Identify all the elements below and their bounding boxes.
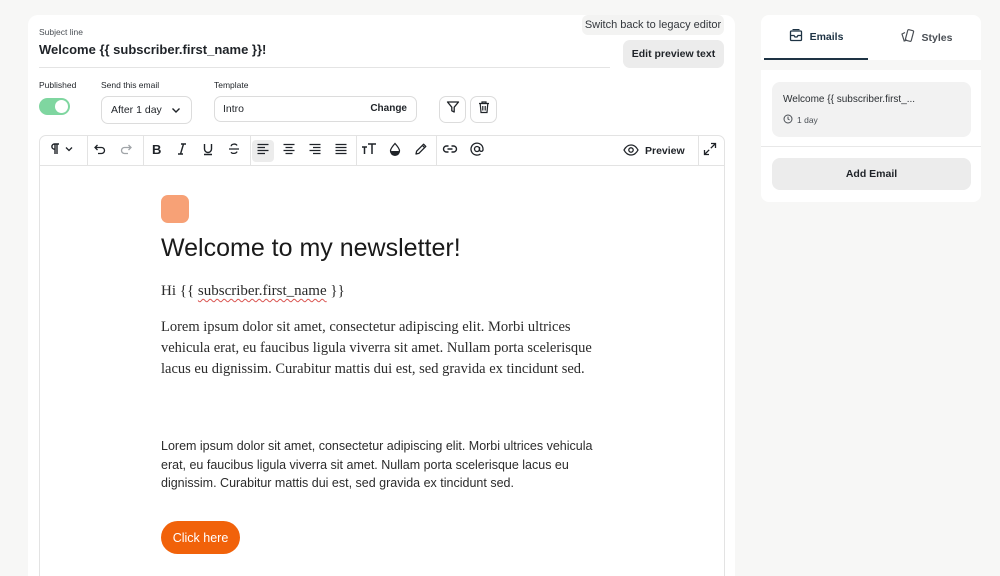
filter-button[interactable] (439, 96, 466, 123)
greeting-line[interactable]: Hi {{ subscriber.first_name }} (161, 283, 345, 300)
tab-styles[interactable]: Styles (871, 15, 981, 60)
subject-line-label: Subject line (39, 27, 83, 37)
bold-icon: B (149, 142, 163, 161)
sidebar-divider (761, 60, 981, 70)
align-left-icon (256, 142, 270, 161)
mention-button[interactable] (466, 140, 488, 162)
expand-icon (703, 142, 717, 161)
align-right-button[interactable] (304, 140, 326, 162)
italic-button[interactable] (171, 140, 193, 162)
undo-button[interactable] (89, 140, 111, 162)
font-size-icon (361, 142, 377, 161)
filter-icon (446, 100, 460, 119)
link-button[interactable] (439, 140, 461, 162)
tab-emails[interactable]: Emails (764, 15, 868, 60)
italic-icon (175, 142, 189, 161)
greeting-end: }} (330, 283, 345, 299)
delete-button[interactable] (470, 96, 497, 123)
click-here-button[interactable]: Click here (161, 521, 240, 554)
fullscreen-button[interactable] (699, 140, 721, 162)
svg-text:B: B (152, 142, 161, 156)
published-label: Published (39, 80, 77, 90)
at-sign-icon (470, 142, 484, 161)
pencil-icon (414, 142, 428, 161)
pilcrow-icon (50, 142, 76, 161)
template-field: Intro Change (214, 96, 417, 122)
email-item-title: Welcome {{ subscriber.first_... (783, 94, 916, 105)
strikethrough-icon (227, 142, 241, 161)
preview-label: Preview (645, 145, 685, 157)
tab-emails-label: Emails (809, 30, 844, 43)
add-email-button[interactable]: Add Email (772, 158, 971, 190)
greeting-variable: subscriber.first_name (197, 283, 327, 299)
send-delay-value: After 1 day (111, 104, 162, 116)
template-label: Template (214, 80, 249, 90)
toggle-knob (55, 100, 68, 113)
redo-icon (119, 142, 133, 161)
email-heading[interactable]: Welcome to my newsletter! (161, 234, 461, 263)
eye-icon (623, 143, 639, 159)
preview-button[interactable]: Preview (623, 141, 685, 161)
sidebar-tabs: Emails Styles (761, 15, 981, 60)
trash-icon (477, 100, 491, 119)
align-center-icon (282, 142, 296, 161)
clock-icon (783, 114, 793, 126)
text-color-button[interactable] (384, 140, 406, 162)
highlight-button[interactable] (410, 140, 432, 162)
link-icon (442, 142, 458, 161)
paragraph-style-button[interactable] (48, 140, 78, 162)
send-email-label: Send this email (101, 80, 160, 90)
logo-placeholder[interactable] (161, 195, 189, 223)
undo-icon (93, 142, 107, 161)
inbox-icon (789, 28, 803, 45)
greeting-hi: Hi {{ (161, 283, 195, 299)
justify-button[interactable] (330, 140, 352, 162)
email-delay-text: 1 day (797, 115, 818, 125)
align-center-button[interactable] (278, 140, 300, 162)
body-paragraph-serif[interactable]: Lorem ipsum dolor sit amet, consectetur … (161, 317, 601, 379)
legacy-editor-link[interactable]: Switch back to legacy editor (582, 15, 724, 35)
align-left-button[interactable] (252, 140, 274, 162)
redo-button[interactable] (115, 140, 137, 162)
strikethrough-button[interactable] (223, 140, 245, 162)
template-value: Intro (223, 103, 245, 115)
underline-button[interactable] (197, 140, 219, 162)
chevron-down-icon (171, 105, 181, 118)
send-delay-select[interactable]: After 1 day (101, 96, 192, 124)
font-size-button[interactable] (358, 140, 380, 162)
email-item-delay: 1 day (783, 114, 818, 126)
tab-styles-label: Styles (921, 31, 953, 44)
subject-divider (39, 67, 610, 68)
template-change-button[interactable]: Change (370, 103, 407, 114)
body-paragraph-sans[interactable]: Lorem ipsum dolor sit amet, consectetur … (161, 437, 601, 493)
formatting-toolbar: B Preview (40, 136, 724, 166)
bold-button[interactable]: B (145, 140, 167, 162)
subject-line-input[interactable]: Welcome {{ subscriber.first_name }}! (39, 42, 266, 57)
published-toggle[interactable] (39, 98, 70, 115)
align-justify-icon (334, 142, 348, 161)
edit-preview-text-button[interactable]: Edit preview text (623, 40, 724, 68)
sidebar-separator (761, 146, 981, 147)
ink-drop-icon (388, 142, 402, 161)
email-list-item[interactable]: Welcome {{ subscriber.first_... 1 day (772, 82, 971, 137)
underline-icon (201, 142, 215, 161)
align-right-icon (308, 142, 322, 161)
swatches-icon (900, 29, 915, 46)
